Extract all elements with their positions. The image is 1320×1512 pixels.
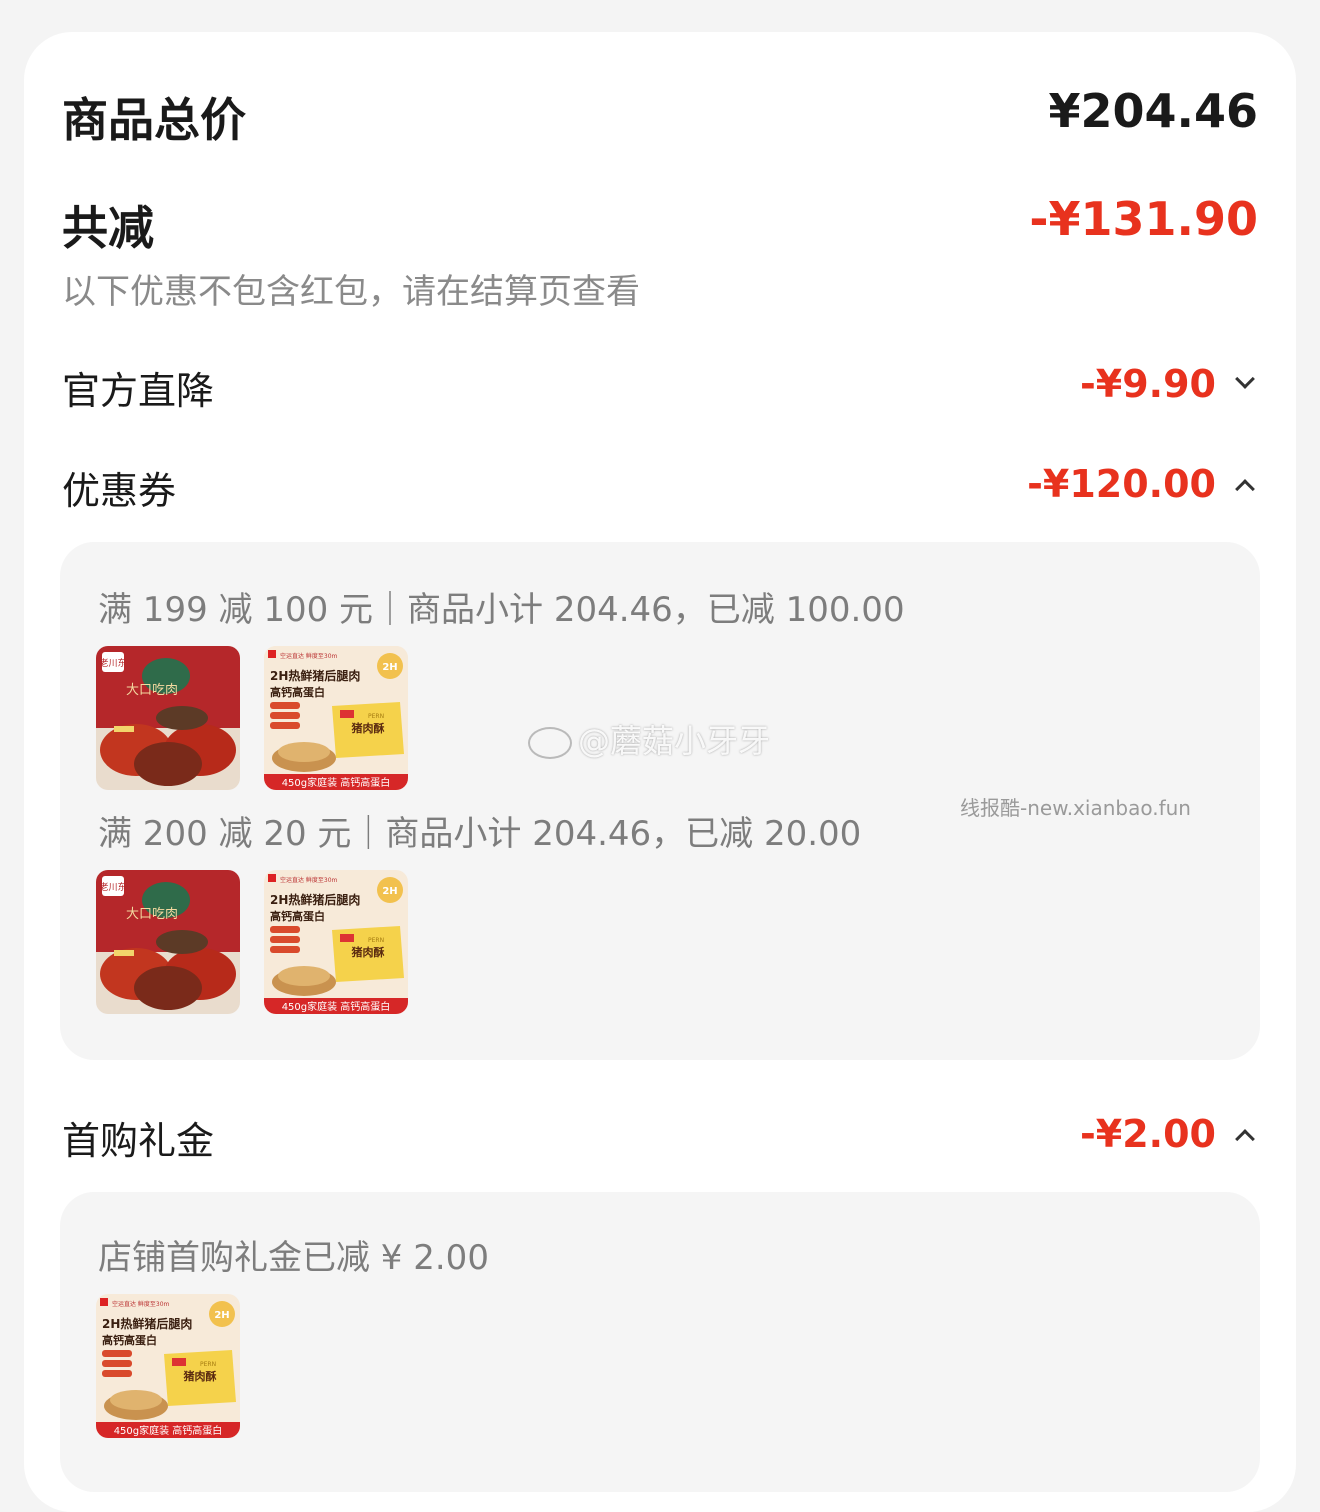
pork-subline: 高钙高蛋白 <box>270 909 325 923</box>
coupon-rule-1: 满 199 减 100 元｜商品小计 204.46，已减 100.00 <box>98 590 905 630</box>
pork-footer: 450g家庭装 高钙高蛋白 <box>282 776 391 789</box>
weibo-watermark-text: @蘑菇小牙牙 <box>578 722 771 760</box>
beef-box-text: 大口吃肉 <box>126 682 178 698</box>
beef-box-text: 大口吃肉 <box>126 906 178 922</box>
first-purchase-label: 首购礼金 <box>62 1119 215 1163</box>
weibo-watermark: @蘑菇小牙牙 <box>528 716 770 762</box>
pork-corner-text: 空运直达 鲜度至30m <box>112 1300 170 1308</box>
pork-floss-product-image: 空运直达 鲜度至30m 2H 2H热鲜猪后腿肉 高钙高蛋白 PERN 猪肉酥 4… <box>264 646 408 790</box>
product-thumb-pork-floss[interactable]: 空运直达 鲜度至30m 2H 2H热鲜猪后腿肉 高钙高蛋白 PERN 猪肉酥 4… <box>264 646 408 790</box>
pork-badge-text: 2H <box>382 886 397 897</box>
pork-footer: 450g家庭装 高钙高蛋白 <box>114 1424 223 1437</box>
total-price-label: 商品总价 <box>62 93 246 147</box>
pork-box-brand: PERN <box>368 713 384 720</box>
pork-corner-text: 空运直达 鲜度至30m <box>280 652 338 660</box>
total-discount-label: 共减 <box>62 201 154 255</box>
discount-note-row: 以下优惠不包含红包，请在结算页查看 <box>24 264 1296 312</box>
total-discount-value: -¥131.90 <box>1029 192 1258 246</box>
pork-subline: 高钙高蛋白 <box>270 685 325 699</box>
pork-footer: 450g家庭装 高钙高蛋白 <box>282 1000 391 1013</box>
pork-box-label: 猪肉酥 <box>183 1369 217 1383</box>
product-thumb-beef[interactable]: 老川东 大口吃肉 <box>96 646 240 790</box>
coupon-value: -¥120.00 <box>1027 462 1216 506</box>
pork-headline: 2H热鲜猪后腿肉 <box>270 668 360 683</box>
pork-badge-text: 2H <box>214 1310 229 1321</box>
site-watermark: 线报酷-new.xianbao.fun <box>960 796 1191 820</box>
first-purchase-rule: 店铺首购礼金已减 ¥ 2.00 <box>98 1238 489 1278</box>
coupon-row[interactable]: 优惠券 -¥120.00 <box>24 460 1296 516</box>
pork-box-brand: PERN <box>200 1361 216 1368</box>
product-thumb-beef[interactable]: 老川东 大口吃肉 <box>96 870 240 1014</box>
product-thumb-pork-floss[interactable]: 空运直达 鲜度至30m 2H 2H热鲜猪后腿肉 高钙高蛋白 PERN 猪肉酥 4… <box>264 870 408 1014</box>
beef-brand-text: 老川东 <box>99 657 126 669</box>
total-price-row: 商品总价 ¥204.46 <box>24 84 1296 147</box>
pork-badge-text: 2H <box>382 662 397 673</box>
pork-floss-product-image: 空运直达 鲜度至30m 2H 2H热鲜猪后腿肉 高钙高蛋白 PERN 猪肉酥 4… <box>264 870 408 1014</box>
chevron-up-icon[interactable] <box>1235 1129 1255 1149</box>
beef-brand-text: 老川东 <box>99 881 126 893</box>
first-purchase-value: -¥2.00 <box>1080 1112 1216 1156</box>
weibo-logo-icon <box>528 727 572 759</box>
pork-box-label: 猪肉酥 <box>351 721 385 735</box>
official-discount-label: 官方直降 <box>62 369 215 413</box>
total-price-value: ¥204.46 <box>1048 84 1258 138</box>
pork-floss-product-image: 空运直达 鲜度至30m 2H 2H热鲜猪后腿肉 高钙高蛋白 PERN 猪肉酥 4… <box>96 1294 240 1438</box>
pork-box-brand: PERN <box>368 937 384 944</box>
chevron-down-icon[interactable] <box>1235 369 1255 389</box>
total-discount-row: 共减 -¥131.90 <box>24 192 1296 255</box>
pork-headline: 2H热鲜猪后腿肉 <box>270 892 360 907</box>
pork-corner-text: 空运直达 鲜度至30m <box>280 876 338 884</box>
chevron-up-icon[interactable] <box>1235 479 1255 499</box>
official-discount-value: -¥9.90 <box>1080 362 1216 406</box>
first-purchase-row[interactable]: 首购礼金 -¥2.00 <box>24 1110 1296 1166</box>
pork-subline: 高钙高蛋白 <box>102 1333 157 1347</box>
official-discount-row[interactable]: 官方直降 -¥9.90 <box>24 360 1296 416</box>
pork-box-label: 猪肉酥 <box>351 945 385 959</box>
first-purchase-panel: 店铺首购礼金已减 ¥ 2.00 空运直达 鲜度至30m 2H 2H热鲜猪后腿肉 … <box>60 1192 1260 1492</box>
coupon-label: 优惠券 <box>62 469 177 513</box>
price-detail-card: 商品总价 ¥204.46 共减 -¥131.90 以下优惠不包含红包，请在结算页… <box>24 32 1296 1512</box>
discount-note: 以下优惠不包含红包，请在结算页查看 <box>62 272 640 312</box>
coupon-rule-2: 满 200 减 20 元｜商品小计 204.46，已减 20.00 <box>98 814 862 854</box>
beef-product-image: 老川东 大口吃肉 <box>96 870 240 1014</box>
product-thumb-pork-floss[interactable]: 空运直达 鲜度至30m 2H 2H热鲜猪后腿肉 高钙高蛋白 PERN 猪肉酥 4… <box>96 1294 240 1438</box>
pork-headline: 2H热鲜猪后腿肉 <box>102 1316 192 1331</box>
beef-product-image: 老川东 大口吃肉 <box>96 646 240 790</box>
